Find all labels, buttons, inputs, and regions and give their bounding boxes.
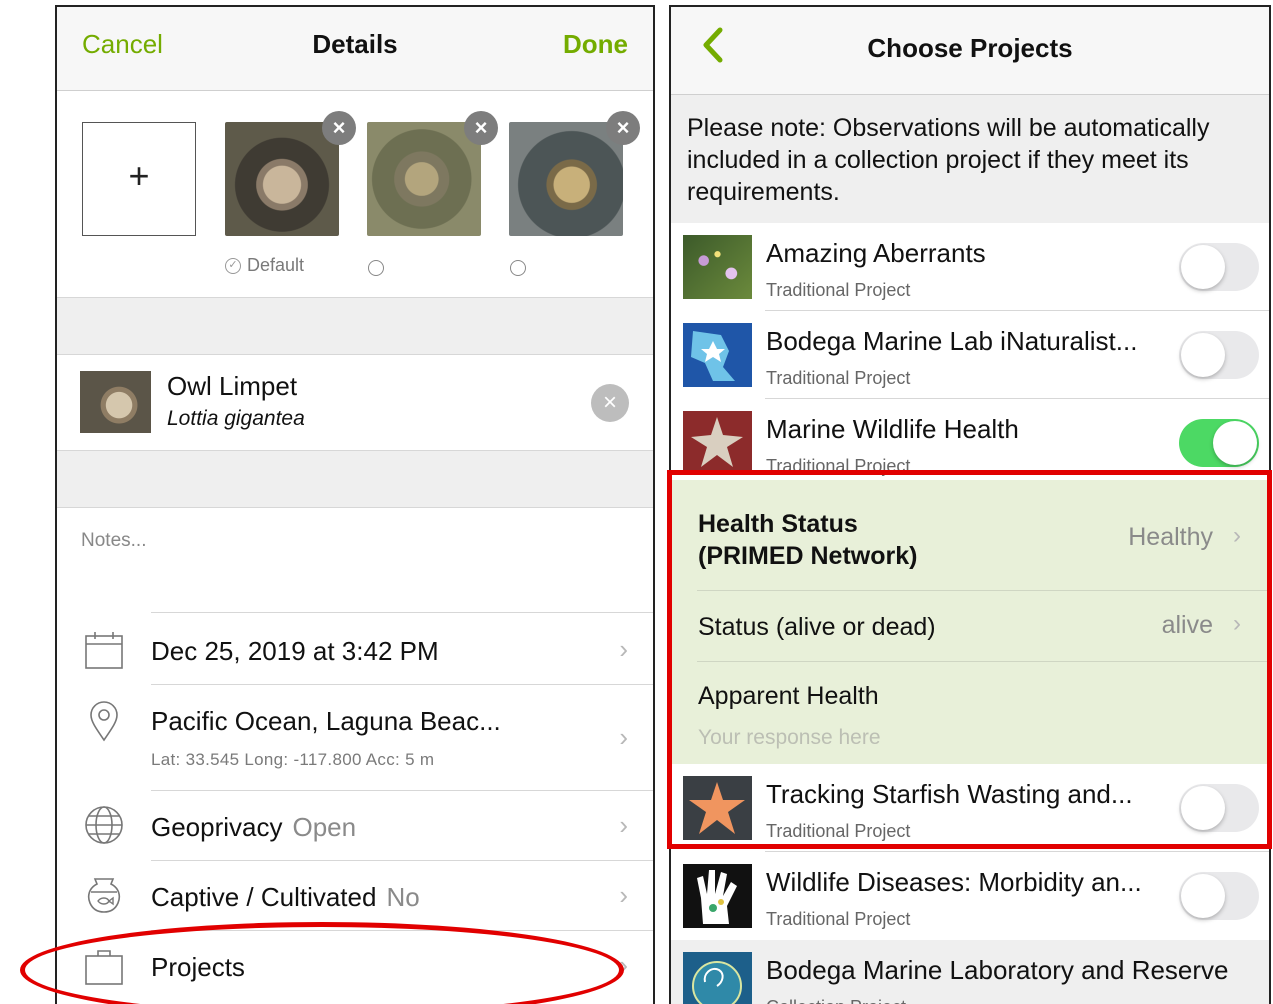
details-screen: Cancel Details Done + × × × ✓ Default Ow… bbox=[55, 5, 655, 1004]
section-gap bbox=[57, 298, 653, 355]
check-circle-icon: ✓ bbox=[225, 257, 241, 274]
notes-field[interactable]: Notes... bbox=[81, 530, 146, 552]
chevron-right-icon: › bbox=[619, 634, 628, 664]
page-title: Choose Projects bbox=[867, 33, 1073, 63]
project-name: Wildlife Diseases: Morbidity an... bbox=[766, 867, 1142, 897]
taxon-common-name: Owl Limpet bbox=[167, 371, 298, 401]
project-row: Bodega Marine Lab iNaturalist... Traditi… bbox=[671, 311, 1269, 399]
project-type: Traditional Project bbox=[766, 909, 911, 929]
project-icon bbox=[683, 952, 752, 1004]
project-type: Traditional Project bbox=[766, 368, 911, 388]
captive-label: Captive / Cultivated No bbox=[151, 882, 420, 912]
add-photo-button[interactable]: + bbox=[82, 122, 196, 236]
geoprivacy-label: Geoprivacy Open bbox=[151, 812, 357, 842]
plus-icon: + bbox=[128, 155, 150, 196]
calendar-icon bbox=[85, 632, 123, 669]
project-toggle[interactable] bbox=[1179, 243, 1259, 291]
project-name: Marine Wildlife Health bbox=[766, 414, 1019, 444]
photo-thumbnail[interactable] bbox=[367, 122, 481, 236]
remove-photo-button[interactable]: × bbox=[606, 111, 640, 145]
globe-icon bbox=[85, 806, 123, 844]
fishbowl-icon bbox=[87, 878, 121, 913]
highlight-box bbox=[667, 470, 1272, 849]
remove-photo-button[interactable]: × bbox=[464, 111, 498, 145]
photo-strip: + × × × ✓ Default bbox=[57, 91, 653, 298]
project-type: Collection Project bbox=[766, 997, 906, 1004]
location-label: Pacific Ocean, Laguna Beac... bbox=[151, 706, 501, 736]
photo-thumbnail[interactable] bbox=[225, 122, 339, 236]
captive-row[interactable]: Captive / Cultivated No › bbox=[57, 860, 653, 930]
project-row: Marine Wildlife Health Traditional Proje… bbox=[671, 399, 1269, 477]
set-default-radio[interactable] bbox=[510, 260, 526, 276]
default-label: Default bbox=[247, 255, 305, 275]
taxon-scientific-name: Lottia gigantea bbox=[167, 407, 305, 430]
location-pin-icon bbox=[90, 701, 118, 742]
project-row: Wildlife Diseases: Morbidity an... Tradi… bbox=[671, 852, 1269, 940]
project-toggle[interactable] bbox=[1179, 872, 1259, 920]
chevron-right-icon: › bbox=[619, 722, 628, 752]
done-button[interactable]: Done bbox=[563, 29, 628, 60]
date-row[interactable]: Dec 25, 2019 at 3:42 PM › bbox=[57, 612, 653, 684]
chevron-right-icon: › bbox=[619, 880, 628, 910]
location-row[interactable]: Pacific Ocean, Laguna Beac... Lat: 33.54… bbox=[57, 684, 653, 790]
section-gap bbox=[57, 451, 653, 508]
project-row: Bodega Marine Laboratory and Reserve Col… bbox=[671, 940, 1269, 1004]
geoprivacy-row[interactable]: Geoprivacy Open › bbox=[57, 790, 653, 860]
taxon-photo bbox=[80, 371, 151, 433]
project-toggle[interactable] bbox=[1179, 419, 1259, 467]
project-row: Amazing Aberrants Traditional Project bbox=[671, 223, 1269, 311]
default-photo-indicator[interactable]: ✓ Default bbox=[225, 255, 304, 276]
collection-note: Please note: Observations will be automa… bbox=[671, 95, 1269, 223]
photo-thumbnail[interactable] bbox=[509, 122, 623, 236]
project-name: Bodega Marine Laboratory and Reserve bbox=[766, 955, 1229, 985]
clear-taxon-button[interactable]: × bbox=[591, 384, 629, 422]
set-default-radio[interactable] bbox=[368, 260, 384, 276]
location-coordinates: Lat: 33.545 Long: -117.800 Acc: 5 m bbox=[151, 750, 435, 769]
project-name: Bodega Marine Lab iNaturalist... bbox=[766, 326, 1138, 356]
details-nav-bar: Cancel Details Done bbox=[57, 7, 653, 91]
captive-value: No bbox=[386, 882, 420, 912]
project-type: Traditional Project bbox=[766, 280, 911, 300]
date-label: Dec 25, 2019 at 3:42 PM bbox=[151, 636, 439, 666]
project-name: Amazing Aberrants bbox=[766, 238, 986, 268]
taxon-row[interactable]: Owl Limpet Lottia gigantea × bbox=[57, 355, 653, 451]
chevron-right-icon: › bbox=[619, 810, 628, 840]
project-toggle[interactable] bbox=[1179, 331, 1259, 379]
project-icon bbox=[683, 864, 752, 928]
project-icon bbox=[683, 323, 752, 387]
project-icon bbox=[683, 235, 752, 299]
remove-photo-button[interactable]: × bbox=[322, 111, 356, 145]
project-icon bbox=[683, 411, 752, 475]
geoprivacy-value: Open bbox=[292, 812, 357, 842]
choose-projects-nav-bar: Choose Projects bbox=[671, 7, 1269, 95]
